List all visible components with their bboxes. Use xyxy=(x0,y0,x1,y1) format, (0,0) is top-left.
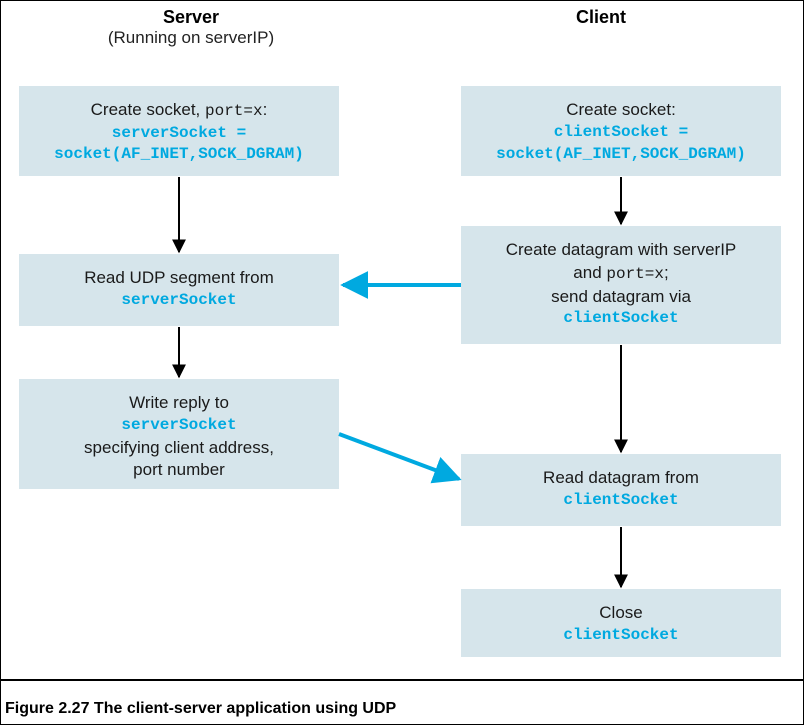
text-fragment: and xyxy=(573,263,606,282)
client-close-box: Close clientSocket xyxy=(461,589,781,657)
server-title: Server xyxy=(61,7,321,28)
client-box3-code1: clientSocket xyxy=(470,490,772,512)
client-box2-line2: and port=x; xyxy=(470,262,772,286)
client-title: Client xyxy=(501,7,701,28)
inline-code: port=x xyxy=(606,265,664,283)
arrow-reply-datagram xyxy=(339,434,459,479)
client-box4-line1: Close xyxy=(470,602,772,625)
client-box2-line1: Create datagram with serverIP xyxy=(470,239,772,262)
server-read-segment-box: Read UDP segment from serverSocket xyxy=(19,254,339,326)
inline-code: port=x xyxy=(205,102,263,120)
server-box3-line1: Write reply to xyxy=(28,392,330,415)
server-box2-line1: Read UDP segment from xyxy=(28,267,330,290)
figure-caption: Figure 2.27 The client-server applicatio… xyxy=(5,700,396,718)
server-subtitle: (Running on serverIP) xyxy=(61,28,321,48)
server-box1-code1: serverSocket = xyxy=(28,123,330,145)
server-box3-line3: port number xyxy=(28,459,330,482)
server-box3-line2: specifying client address, xyxy=(28,437,330,460)
text-fragment: Create socket, xyxy=(91,100,205,119)
client-read-datagram-box: Read datagram from clientSocket xyxy=(461,454,781,526)
diagram-wrapper: Server (Running on serverIP) Client Crea… xyxy=(0,0,804,725)
caption-divider xyxy=(1,679,804,681)
server-box2-code1: serverSocket xyxy=(28,290,330,312)
client-box2-line3: send datagram via xyxy=(470,286,772,309)
server-create-socket-box: Create socket, port=x: serverSocket = so… xyxy=(19,86,339,176)
text-fragment: ; xyxy=(664,263,669,282)
text-fragment: : xyxy=(263,100,268,119)
client-header: Client xyxy=(501,7,701,28)
client-box4-code1: clientSocket xyxy=(470,625,772,647)
client-create-datagram-box: Create datagram with serverIP and port=x… xyxy=(461,226,781,344)
client-box1-code2: socket(AF_INET,SOCK_DGRAM) xyxy=(470,144,772,166)
client-box2-code1: clientSocket xyxy=(470,308,772,330)
server-box1-code2: socket(AF_INET,SOCK_DGRAM) xyxy=(28,144,330,166)
client-box1-line1: Create socket: xyxy=(470,99,772,122)
client-box3-line1: Read datagram from xyxy=(470,467,772,490)
server-header: Server (Running on serverIP) xyxy=(61,7,321,48)
server-box3-code1: serverSocket xyxy=(28,415,330,437)
server-write-reply-box: Write reply to serverSocket specifying c… xyxy=(19,379,339,489)
client-create-socket-box: Create socket: clientSocket = socket(AF_… xyxy=(461,86,781,176)
server-box1-line1: Create socket, port=x: xyxy=(28,99,330,123)
client-box1-code1: clientSocket = xyxy=(470,122,772,144)
